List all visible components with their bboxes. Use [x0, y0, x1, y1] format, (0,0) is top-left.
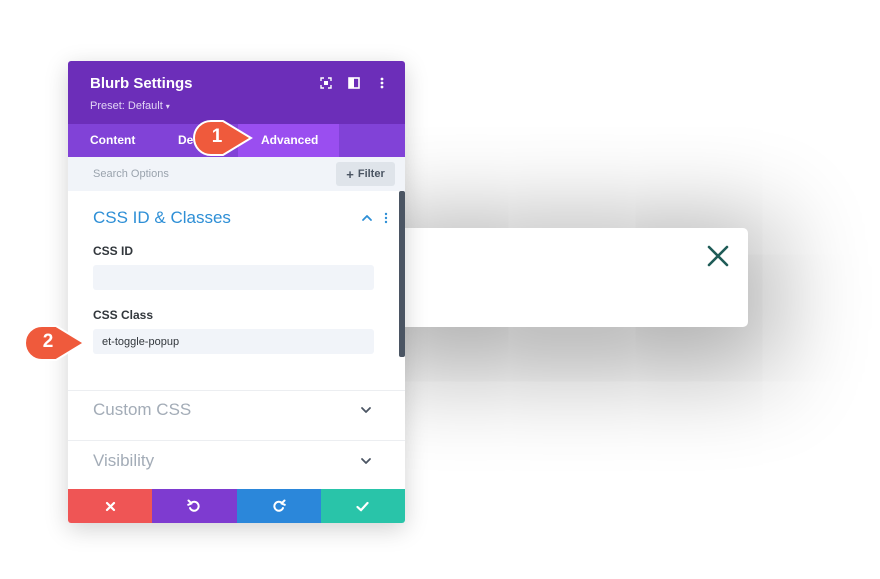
filter-label: Filter — [357, 168, 385, 180]
header-icons — [319, 76, 389, 90]
preset-selector[interactable]: Preset: Default ▾ — [90, 100, 170, 112]
redo-button[interactable] — [236, 489, 321, 523]
undo-button[interactable] — [152, 489, 237, 523]
redo-icon — [273, 499, 286, 512]
chevron-up-icon[interactable] — [361, 213, 373, 223]
close-icon — [105, 501, 115, 511]
css-class-label: CSS Class — [93, 308, 154, 322]
caret-down-icon: ▾ — [165, 101, 170, 111]
divider — [68, 440, 405, 441]
section-css-id-classes[interactable]: CSS ID & Classes — [93, 208, 231, 228]
settings-body: CSS ID & Classes CSS ID CSS Class Custom… — [68, 191, 405, 492]
filter-button[interactable]: + Filter — [336, 162, 395, 186]
modal-footer — [68, 489, 405, 523]
save-button[interactable] — [320, 489, 405, 523]
section-custom-css[interactable]: Custom CSS — [93, 400, 191, 420]
preset-label: Preset: Default — [90, 100, 163, 112]
split-view-icon[interactable] — [347, 76, 361, 90]
close-icon[interactable] — [706, 244, 730, 268]
search-options-input[interactable] — [68, 157, 328, 191]
section-visibility[interactable]: Visibility — [93, 451, 154, 471]
callout-badge-1: 1 — [193, 119, 253, 157]
chevron-down-icon[interactable] — [359, 456, 373, 466]
check-icon — [356, 501, 369, 511]
modal-header: Blurb Settings Preset: Default ▾ — [68, 61, 405, 124]
popup-card — [395, 228, 748, 327]
css-id-input[interactable] — [93, 265, 374, 290]
callout-number: 1 — [211, 126, 223, 147]
section-menu-icon[interactable] — [381, 211, 391, 225]
callout-badge-2: 2 — [24, 324, 86, 362]
undo-icon — [187, 499, 200, 512]
divider — [68, 390, 405, 391]
expand-icon[interactable] — [319, 76, 333, 90]
plus-icon: + — [346, 166, 354, 182]
search-row: + Filter — [68, 157, 405, 191]
tab-content[interactable]: Content — [68, 124, 157, 157]
scrollbar[interactable] — [399, 191, 405, 357]
chevron-down-icon[interactable] — [359, 405, 373, 415]
cancel-button[interactable] — [68, 489, 153, 523]
more-options-icon[interactable] — [375, 76, 389, 90]
modal-title: Blurb Settings — [90, 75, 193, 92]
callout-number: 2 — [42, 331, 54, 352]
css-class-input[interactable] — [93, 329, 374, 354]
tab-advanced[interactable]: Advanced — [238, 124, 339, 157]
css-id-label: CSS ID — [93, 244, 134, 258]
